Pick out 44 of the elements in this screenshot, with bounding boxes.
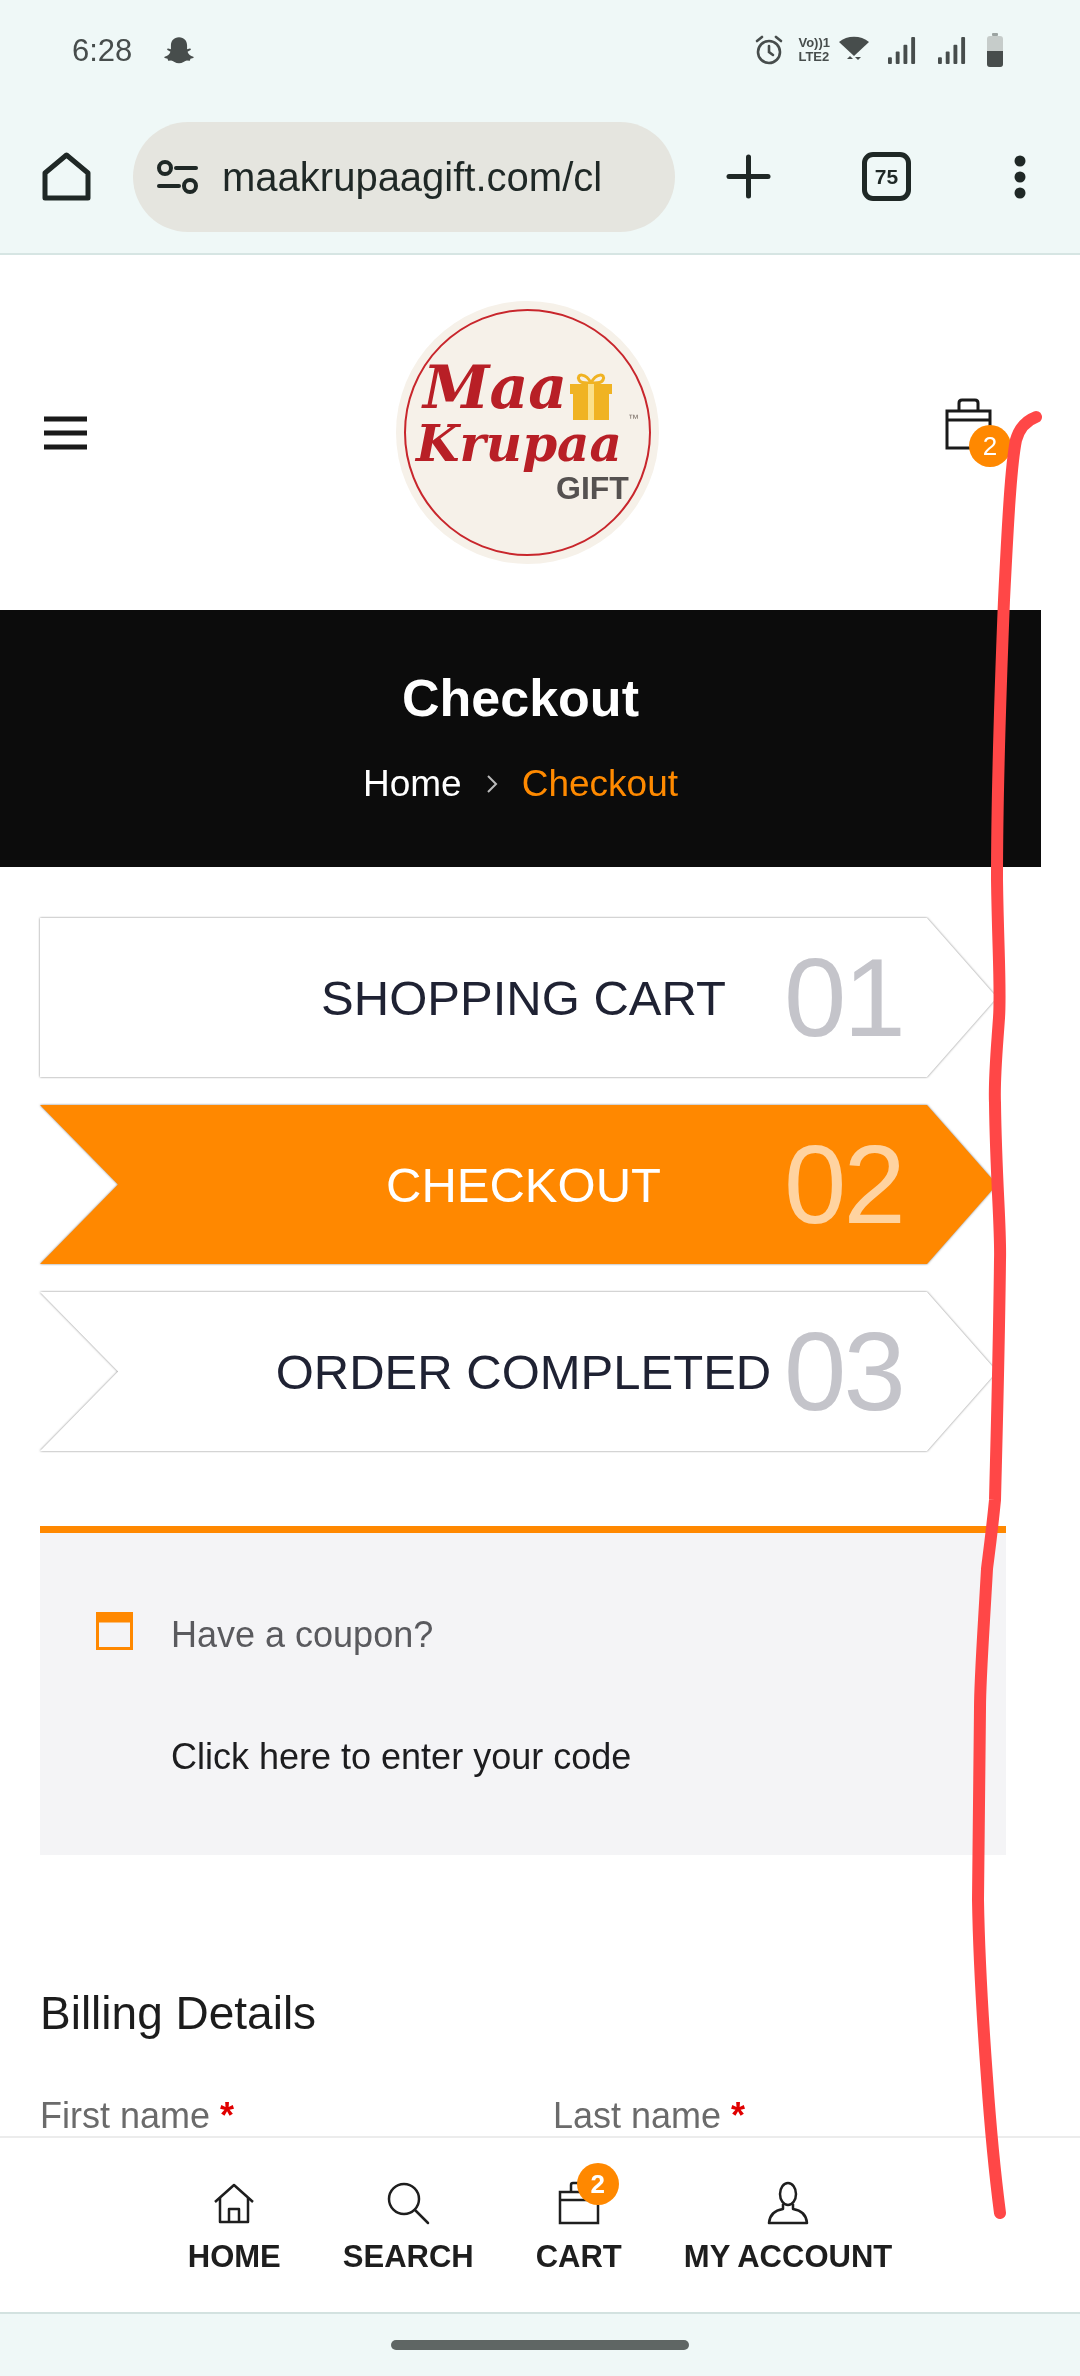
search-icon [386,2181,431,2225]
cart-count-badge: 2 [576,2163,619,2205]
page-title: Checkout [402,668,639,728]
nav-button[interactable]: 2 CART [535,2161,622,2275]
step-number: 03 [784,1312,903,1432]
more-menu-icon[interactable] [1012,154,1028,199]
step-number: 02 [784,1125,903,1245]
cart-count-badge: 2 [969,425,1011,467]
battery-icon [987,33,1003,67]
logo[interactable]: Maa Krupaa™ GIFT [396,301,659,564]
menu-icon[interactable] [44,415,87,450]
nav-button[interactable]: SEARCH [342,2181,474,2275]
trademark-sign: ™ [628,413,639,424]
person-icon [766,2181,810,2225]
tab-count-button[interactable]: 75 [862,152,911,201]
home-button[interactable] [42,152,91,201]
nav-button[interactable]: MY ACCOUNT [683,2181,893,2275]
section-heading: Billing Details [40,1986,317,2041]
new-tab-icon[interactable] [726,154,771,199]
field-label: Last name * [553,2098,746,2134]
status-time: 6:28 [72,34,133,66]
coupon-message: Have a coupon? Click here to enter your code [171,1613,633,1779]
window-icon [96,1612,133,1650]
chevron-icon [485,774,498,794]
url-text: maakrupaagift.com/cl [222,156,603,197]
step-label: ORDER COMPLETED [275,1343,772,1401]
breadcrumb-link[interactable]: Home [363,762,462,806]
signal-icon [887,35,918,65]
address-bar[interactable]: maakrupaagift.com/cl [133,121,675,232]
breadcrumb-current-page: Checkout [521,762,678,806]
ghost-icon [164,36,195,64]
field-label: First name * [40,2098,235,2134]
site-settings-icon[interactable] [157,159,198,194]
nav-button[interactable]: HOME [187,2181,281,2275]
home-icon [42,152,91,201]
alarm-icon [754,34,785,66]
step-number: 01 [784,938,903,1058]
gift-icon [568,371,614,421]
step-label: SHOPPING CART [321,969,726,1027]
network-type-label: Vo))1 LTE2 [798,36,830,64]
signal-icon [937,35,968,65]
coupon-link[interactable]: Click here to enter your code [171,1736,632,1777]
step-label: CHECKOUT [386,1156,661,1214]
gesture-handle[interactable] [391,2340,689,2350]
